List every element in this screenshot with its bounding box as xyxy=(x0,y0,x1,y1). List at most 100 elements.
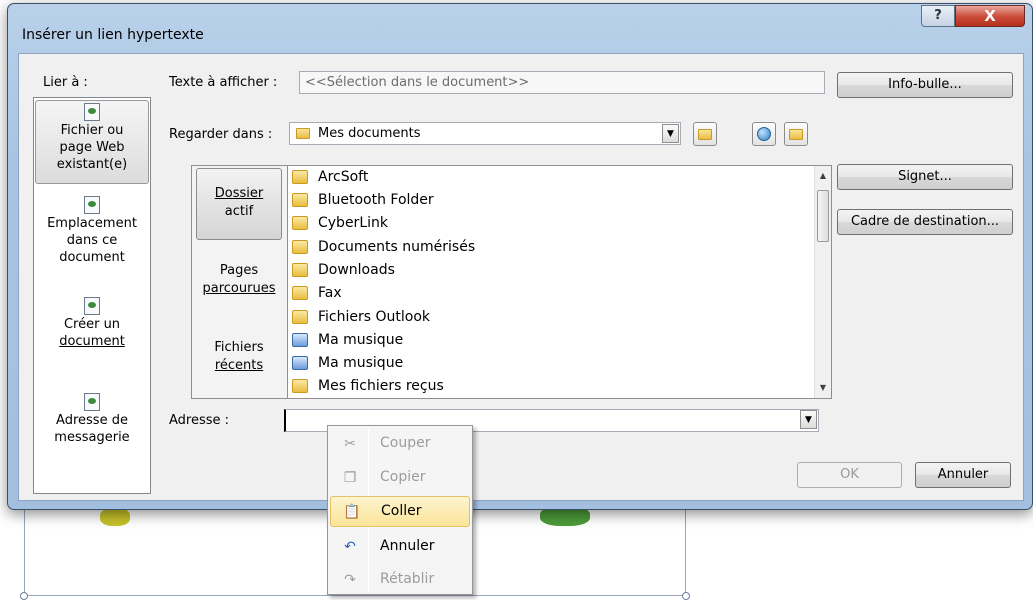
browse-file-button[interactable] xyxy=(784,122,808,146)
redo-icon: ↷ xyxy=(344,572,356,588)
link-to-place-in-document[interactable]: Emplacement dans ce document xyxy=(35,196,149,276)
list-item[interactable]: Ma musique xyxy=(292,352,403,375)
file-list[interactable]: ArcSoft Bluetooth Folder CyberLink Docum… xyxy=(287,165,832,399)
menu-item-label: Copier xyxy=(380,469,426,485)
link-item-label: Créer un xyxy=(63,317,121,332)
file-name: ArcSoft xyxy=(318,169,369,185)
look-in-dropdown[interactable]: Mes documents ▼ xyxy=(289,122,681,145)
list-item[interactable]: Documents numérisés xyxy=(292,236,475,259)
cancel-button[interactable]: Annuler xyxy=(915,462,1011,488)
folder-icon xyxy=(292,263,308,277)
copy-icon: ❐ xyxy=(343,470,357,486)
paste-icon: 📋 xyxy=(343,504,361,520)
folder-icon xyxy=(292,193,308,207)
link-item-label: dans ce xyxy=(66,233,118,248)
menu-item-cut[interactable]: ✂ Couper xyxy=(330,429,470,460)
link-to-label: Lier à : xyxy=(43,75,88,90)
screentip-button[interactable]: Info-bulle... xyxy=(837,72,1013,98)
look-in-label: Regarder dans : xyxy=(169,127,273,142)
new-document-icon xyxy=(84,297,100,315)
menu-item-label: Couper xyxy=(380,435,431,451)
ok-button[interactable]: OK xyxy=(797,462,902,488)
recent-files-tab[interactable]: Fichiers récents xyxy=(196,339,282,379)
file-name: Downloads xyxy=(318,262,395,278)
link-item-label: existant(e) xyxy=(56,157,128,172)
folder-icon xyxy=(292,379,308,393)
context-menu: ✂ Couper ❐ Copier 📋 Coller ↶ Annuler ↷ R… xyxy=(327,425,473,595)
folder-icon xyxy=(292,286,308,300)
up-folder-button[interactable] xyxy=(693,122,717,146)
close-button[interactable]: X xyxy=(955,5,1025,27)
menu-item-label: Rétablir xyxy=(380,571,435,587)
list-item[interactable]: Fax xyxy=(292,282,342,305)
scissors-icon: ✂ xyxy=(344,436,356,452)
file-name: Ma musique xyxy=(318,355,404,371)
list-item[interactable]: Ma musique xyxy=(292,329,403,352)
look-in-value: Mes documents xyxy=(318,126,421,141)
file-name: Fax xyxy=(318,285,342,301)
chevron-down-icon[interactable]: ▼ xyxy=(800,410,817,429)
music-folder-icon xyxy=(292,333,308,347)
link-item-label: Emplacement xyxy=(47,216,137,231)
folder-icon xyxy=(292,170,308,184)
link-item-label: document xyxy=(59,250,125,265)
browsed-pages-tab[interactable]: Pages parcourues xyxy=(196,262,282,302)
open-folder-icon xyxy=(789,129,803,140)
folder-icon xyxy=(292,216,308,230)
link-item-label: Adresse de xyxy=(56,413,128,428)
menu-item-paste[interactable]: 📋 Coller xyxy=(330,496,470,527)
menu-item-redo[interactable]: ↷ Rétablir xyxy=(330,565,470,596)
list-item[interactable]: Bluetooth Folder xyxy=(292,189,434,212)
menu-item-copy[interactable]: ❐ Copier xyxy=(330,463,470,494)
browse-nav-panel: Dossier actif Pages parcourues Fichiers … xyxy=(191,165,287,399)
globe-icon xyxy=(757,127,771,141)
link-to-email-address[interactable]: Adresse de messagerie xyxy=(35,393,149,463)
list-item[interactable]: Fichiers Outlook xyxy=(292,306,430,329)
list-item[interactable]: Downloads xyxy=(292,259,395,282)
file-name: Mes fichiers reçus xyxy=(318,378,444,394)
link-to-panel: Fichier ou page Web existant(e) Emplacem… xyxy=(33,97,151,494)
target-frame-button[interactable]: Cadre de destination... xyxy=(837,209,1013,235)
nav-item-label: Dossier xyxy=(214,186,264,201)
file-name: Ma musique xyxy=(318,332,404,348)
file-name: Fichiers Outlook xyxy=(318,309,431,325)
link-item-label: page Web xyxy=(59,140,125,155)
list-item[interactable]: Mes fichiers reçus xyxy=(292,375,444,398)
vertical-scrollbar[interactable]: ▲ ▼ xyxy=(814,166,831,398)
document-location-icon xyxy=(84,196,100,214)
menu-item-label: Coller xyxy=(381,503,422,519)
text-to-display-field[interactable]: <<Sélection dans le document>> xyxy=(299,71,825,94)
link-item-label: messagerie xyxy=(54,430,130,445)
help-button[interactable]: ? xyxy=(921,5,955,27)
scroll-down-icon[interactable]: ▼ xyxy=(815,380,831,396)
scroll-up-icon[interactable]: ▲ xyxy=(815,168,831,184)
nav-item-label: Pages xyxy=(219,263,259,278)
menu-item-undo[interactable]: ↶ Annuler xyxy=(330,532,470,563)
email-icon xyxy=(84,393,100,411)
music-folder-icon xyxy=(292,356,308,370)
undo-icon: ↶ xyxy=(344,539,356,555)
background-shape xyxy=(100,508,130,526)
text-to-display-label: Texte à afficher : xyxy=(169,75,278,90)
link-to-new-document[interactable]: Créer un document xyxy=(35,297,149,367)
bookmark-button[interactable]: Signet... xyxy=(837,164,1013,190)
address-label: Adresse : xyxy=(169,413,230,428)
folder-icon xyxy=(292,240,308,254)
nav-item-label: récents xyxy=(214,358,264,373)
web-page-icon xyxy=(84,103,100,121)
dialog-body: Lier à : Fichier ou page Web existant(e)… xyxy=(18,53,1024,501)
file-name: Documents numérisés xyxy=(318,239,476,255)
nav-item-label: Fichiers xyxy=(214,340,264,355)
list-item[interactable]: CyberLink xyxy=(292,212,388,235)
link-item-label: document xyxy=(59,334,125,349)
documents-folder-icon xyxy=(296,128,310,139)
link-item-label: Fichier ou xyxy=(60,123,124,138)
scrollbar-thumb[interactable] xyxy=(817,190,829,242)
browse-web-button[interactable] xyxy=(752,122,776,146)
dialog-title: Insérer un lien hypertexte xyxy=(22,27,204,43)
list-item[interactable]: ArcSoft xyxy=(292,166,368,189)
folder-icon xyxy=(292,310,308,324)
chevron-down-icon[interactable]: ▼ xyxy=(662,124,679,143)
current-folder-tab[interactable]: Dossier actif xyxy=(196,168,282,240)
link-to-existing-file[interactable]: Fichier ou page Web existant(e) xyxy=(35,100,149,184)
